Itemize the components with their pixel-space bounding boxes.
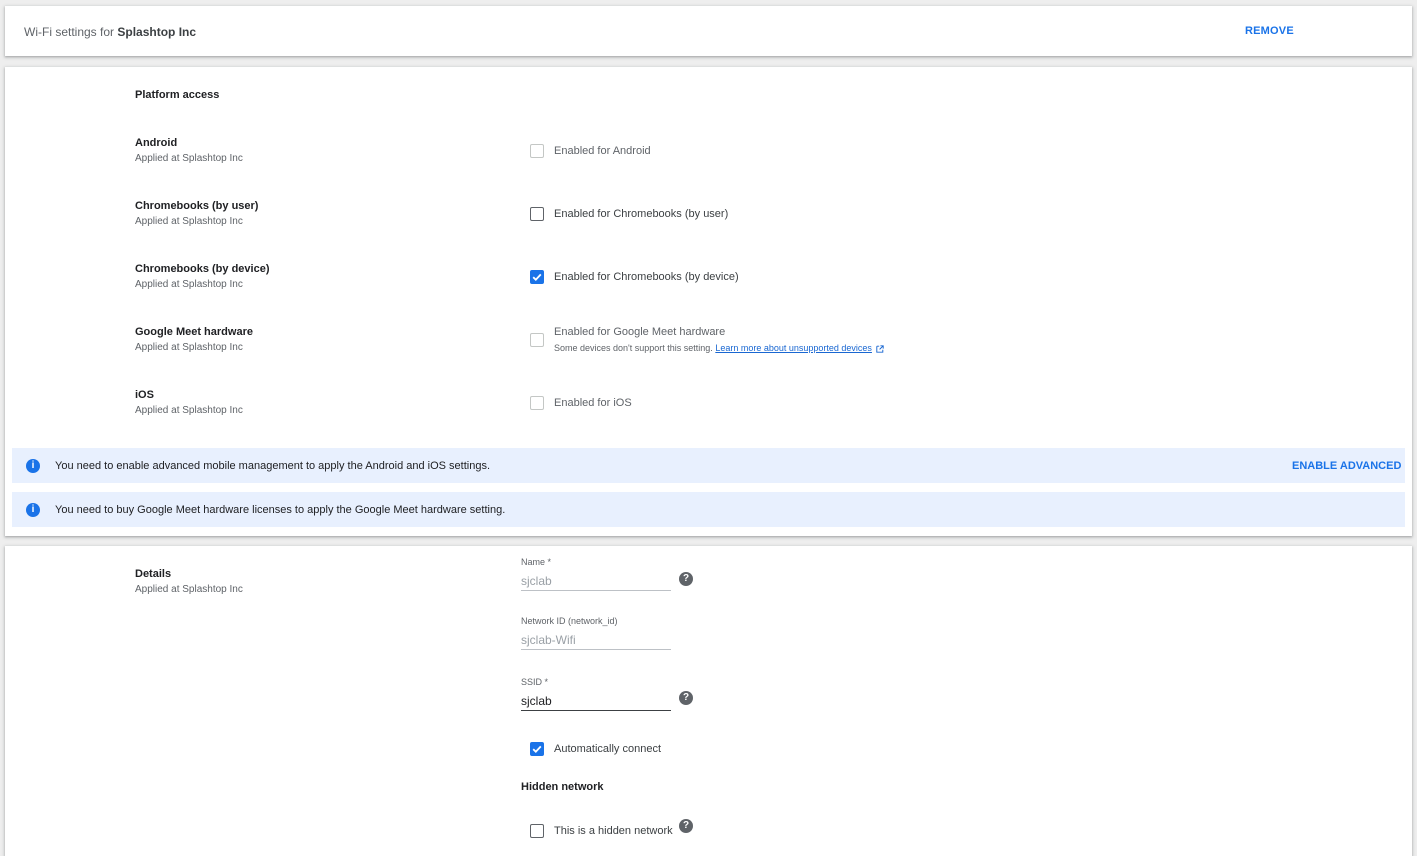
- meet-hardware-name: Google Meet hardware: [135, 326, 253, 338]
- chromebooks-device-name: Chromebooks (by device): [135, 263, 270, 275]
- advanced-management-banner: i You need to enable advanced mobile man…: [12, 448, 1405, 483]
- checkmark-icon: [532, 273, 542, 281]
- chromebooks-user-name: Chromebooks (by user): [135, 200, 259, 212]
- platform-access-card: Platform access Android Applied at Splas…: [5, 67, 1412, 536]
- meet-hardware-row-label: Google Meet hardware Applied at Splashto…: [135, 326, 253, 353]
- meet-hardware-checkbox-label: Enabled for Google Meet hardware: [554, 326, 726, 338]
- info-icon: i: [26, 503, 40, 517]
- ios-applied: Applied at Splashtop Inc: [135, 405, 243, 416]
- title-prefix: Wi-Fi settings for: [24, 25, 115, 39]
- page-title: Wi-Fi settings for Splashtop Inc: [24, 25, 196, 39]
- auto-connect-label: Automatically connect: [554, 743, 661, 755]
- hidden-network-label: This is a hidden network: [554, 825, 673, 837]
- unsupported-devices-link[interactable]: Learn more about unsupported devices: [715, 343, 872, 353]
- hidden-network-checkbox[interactable]: [530, 824, 544, 838]
- details-row-label: Details Applied at Splashtop Inc: [135, 568, 243, 595]
- platform-access-title: Platform access: [135, 89, 220, 101]
- chromebooks-device-applied: Applied at Splashtop Inc: [135, 279, 243, 290]
- name-input[interactable]: sjclab: [521, 572, 671, 591]
- ios-checkbox[interactable]: [530, 396, 544, 410]
- help-icon[interactable]: ?: [679, 572, 693, 586]
- details-applied: Applied at Splashtop Inc: [135, 584, 243, 595]
- ios-checkbox-label: Enabled for iOS: [554, 397, 632, 409]
- enable-advanced-button[interactable]: ENABLE ADVANCED: [1292, 460, 1401, 472]
- name-field-label: Name *: [521, 557, 552, 567]
- network-id-input[interactable]: sjclab-Wifi: [521, 631, 671, 650]
- chromebooks-device-checkbox[interactable]: [530, 270, 544, 284]
- external-link-icon[interactable]: [876, 344, 885, 353]
- meet-hardware-note-text: Some devices don't support this setting.: [554, 343, 713, 353]
- network-id-field[interactable]: Network ID (network_id) sjclab-Wifi: [521, 616, 671, 650]
- meet-hardware-applied: Applied at Splashtop Inc: [135, 342, 243, 353]
- ssid-input[interactable]: sjclab: [521, 692, 671, 711]
- android-applied: Applied at Splashtop Inc: [135, 153, 243, 164]
- checkmark-icon: [532, 745, 542, 753]
- info-icon: i: [26, 459, 40, 473]
- meet-hardware-note: Some devices don't support this setting.…: [554, 343, 885, 353]
- ios-row-label: iOS Applied at Splashtop Inc: [135, 389, 243, 416]
- help-icon[interactable]: ?: [679, 819, 693, 833]
- details-title: Details: [135, 568, 172, 580]
- hidden-network-heading: Hidden network: [521, 781, 604, 793]
- details-card: Details Applied at Splashtop Inc Name * …: [5, 546, 1412, 856]
- chromebooks-device-row-label: Chromebooks (by device) Applied at Splas…: [135, 263, 269, 290]
- banner-message: You need to buy Google Meet hardware lic…: [55, 504, 506, 516]
- auto-connect-checkbox[interactable]: [530, 742, 544, 756]
- android-name: Android: [135, 137, 178, 149]
- chromebooks-user-checkbox-label: Enabled for Chromebooks (by user): [554, 208, 729, 220]
- chromebooks-device-checkbox-label: Enabled for Chromebooks (by device): [554, 271, 739, 283]
- chromebooks-user-applied: Applied at Splashtop Inc: [135, 216, 243, 227]
- android-checkbox-label: Enabled for Android: [554, 145, 651, 157]
- ios-name: iOS: [135, 389, 154, 401]
- remove-button[interactable]: REMOVE: [1245, 25, 1294, 37]
- name-field[interactable]: Name * sjclab: [521, 557, 671, 591]
- help-icon[interactable]: ?: [679, 691, 693, 705]
- chromebooks-user-row-label: Chromebooks (by user) Applied at Splasht…: [135, 200, 258, 227]
- chromebooks-user-checkbox[interactable]: [530, 207, 544, 221]
- banner-message: You need to enable advanced mobile manag…: [55, 460, 491, 472]
- android-checkbox[interactable]: [530, 144, 544, 158]
- ssid-field-label: SSID *: [521, 677, 549, 687]
- header-card: Wi-Fi settings for Splashtop Inc REMOVE: [5, 6, 1412, 56]
- meet-licenses-banner: i You need to buy Google Meet hardware l…: [12, 492, 1405, 527]
- network-id-field-label: Network ID (network_id): [521, 616, 618, 626]
- meet-hardware-checkbox[interactable]: [530, 333, 544, 347]
- org-name: Splashtop Inc: [117, 25, 197, 39]
- ssid-field[interactable]: SSID * sjclab: [521, 677, 671, 711]
- android-row-label: Android Applied at Splashtop Inc: [135, 137, 243, 164]
